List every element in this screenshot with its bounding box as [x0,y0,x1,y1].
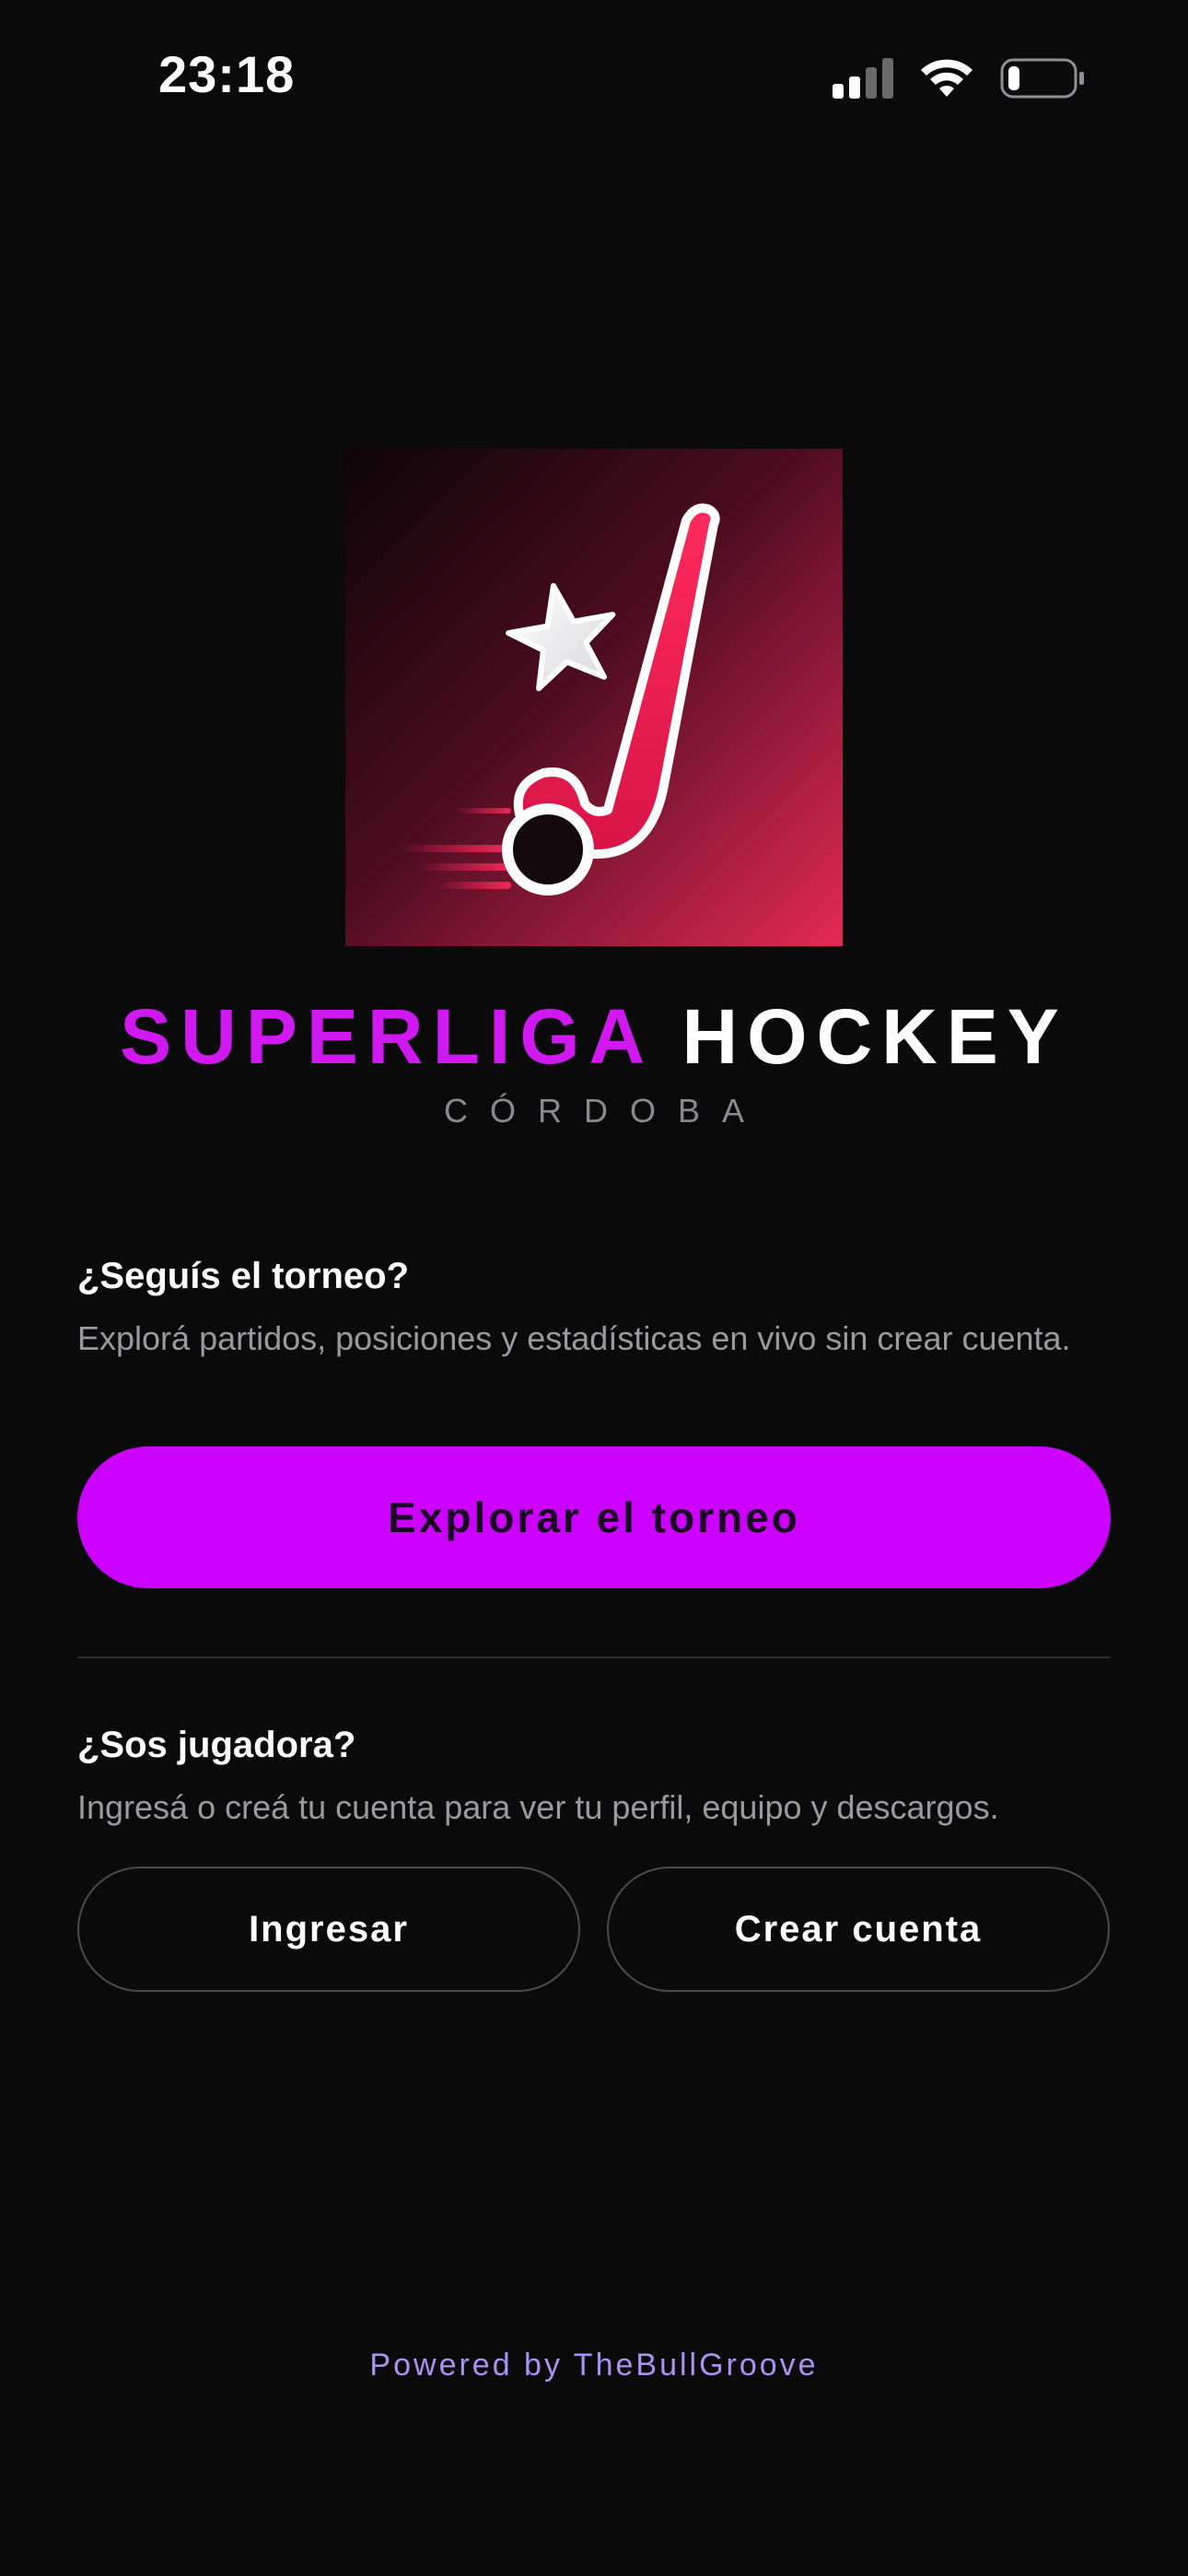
powered-by-footer: Powered by TheBullGroove [369,2348,819,2383]
brand-subtitle: CÓRDOBA [443,1092,767,1130]
follow-heading: ¿Seguís el torneo? [77,1256,410,1296]
wifi-icon [921,59,973,97]
player-description: Ingresá o creá tu cuenta para ver tu per… [77,1788,999,1826]
brand-title: SUPERLIGA HOCKEY [0,995,1188,1078]
status-bar: 23:18 [0,0,1188,157]
brand-title-hockey: HOCKEY [681,993,1068,1080]
hockey-stick-star-logo-icon [345,449,843,946]
status-time: 23:18 [158,45,296,103]
explore-tournament-button[interactable]: Explorar el torneo [77,1446,1111,1588]
signal-icon [833,58,893,99]
battery-icon [1000,58,1084,99]
follow-description: Explorá partidos, posiciones y estadísti… [77,1319,1071,1357]
divider [77,1657,1111,1658]
brand-title-superliga: SUPERLIGA [120,993,652,1080]
create-account-button[interactable]: Crear cuenta [607,1867,1110,1992]
app-logo [345,449,843,946]
login-button[interactable]: Ingresar [77,1867,580,1992]
status-icons [833,57,1085,100]
player-heading: ¿Sos jugadora? [77,1725,356,1765]
